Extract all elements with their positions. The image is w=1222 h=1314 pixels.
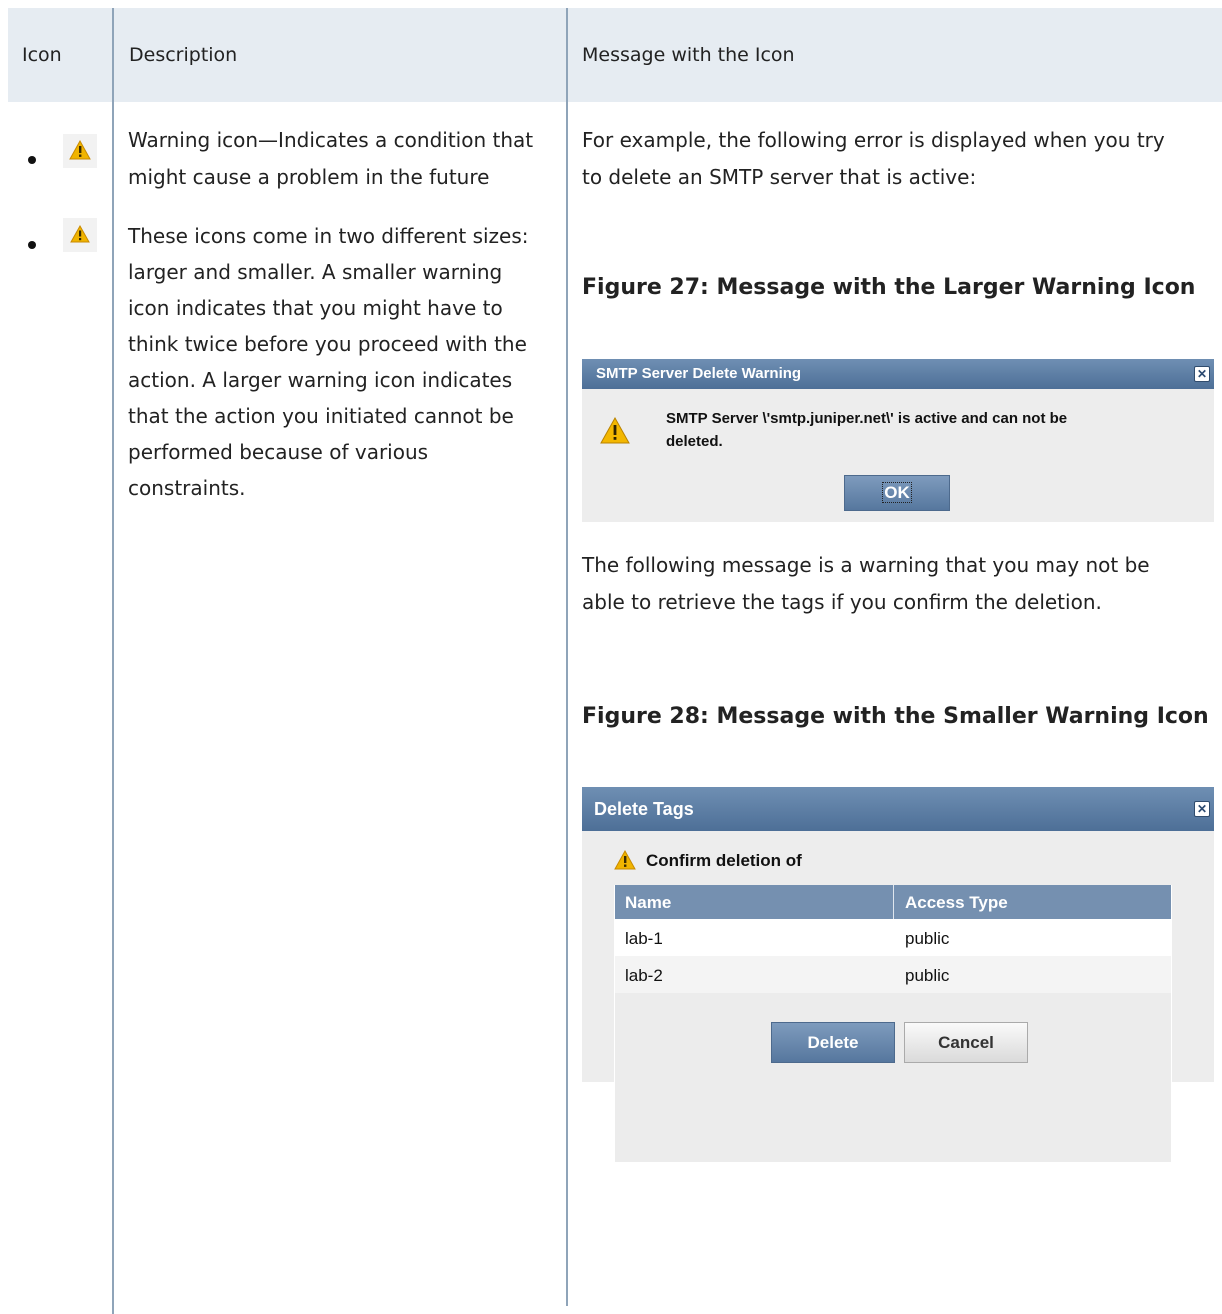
description-p2-line: These icons come in two different sizes: [128, 224, 529, 248]
bullet [28, 241, 36, 249]
table-header-row: Icon Description Message with the Icon [8, 8, 1222, 102]
table-row[interactable]: lab-2 public [615, 956, 1171, 993]
ok-button-label: OK [882, 482, 912, 503]
column-name-header[interactable]: Name [625, 893, 671, 913]
description-p2-line: larger and smaller. A smaller warning [128, 260, 503, 284]
header-description: Description [129, 44, 238, 66]
ok-button[interactable]: OK [844, 475, 950, 511]
close-icon[interactable]: ✕ [1194, 366, 1210, 382]
description-p2-line: think twice before you proceed with the [128, 332, 527, 356]
column-separator [893, 885, 894, 919]
intro-line-2: to delete an SMTP server that is active: [582, 165, 977, 189]
warning-icon [614, 849, 636, 875]
dialog-title-bar: SMTP Server Delete Warning ✕ [582, 359, 1214, 389]
figure-28-title: Figure 28: Message with the Smaller Warn… [582, 704, 1209, 729]
dialog-message-line-2: deleted. [666, 433, 723, 450]
table-row[interactable]: lab-1 public [615, 919, 1171, 956]
column-divider-1 [112, 8, 114, 1314]
description-line-1: Warning icon—Indicates a condition that [128, 128, 534, 152]
between-line-2: able to retrieve the tags if you confirm… [582, 590, 1102, 614]
row-name: lab-1 [625, 929, 663, 948]
header-icon: Icon [22, 44, 62, 66]
bullet [28, 156, 36, 164]
row-name: lab-2 [625, 966, 663, 985]
confirm-deletion-text: Confirm deletion of [646, 851, 802, 870]
description-p2-line: icon indicates that you might have to [128, 296, 503, 320]
dialog-message-line-1: SMTP Server \'smtp.juniper.net\' is acti… [666, 410, 1068, 427]
cancel-button[interactable]: Cancel [904, 1022, 1028, 1063]
column-divider-2 [566, 8, 568, 1306]
between-line-1: The following message is a warning that … [582, 553, 1150, 577]
intro-line-1: For example, the following error is disp… [582, 128, 1165, 152]
delete-button[interactable]: Delete [771, 1022, 895, 1063]
dialog-title: SMTP Server Delete Warning [596, 365, 802, 382]
delete-tags-dialog: Delete Tags ✕ Confirm deletion of Name A… [582, 787, 1214, 1162]
row-access: public [905, 966, 950, 985]
close-icon[interactable]: ✕ [1194, 801, 1210, 817]
warning-icon [600, 416, 630, 450]
large-warning-icon [63, 134, 97, 168]
smtp-delete-warning-dialog: SMTP Server Delete Warning ✕ SMTP Server… [582, 359, 1214, 522]
description-p2-line: that the action you initiated cannot be [128, 404, 514, 428]
description-line-2: might cause a problem in the future [128, 165, 490, 189]
column-access-type-header[interactable]: Access Type [905, 893, 1008, 913]
header-message: Message with the Icon [582, 44, 795, 66]
row-access: public [905, 929, 950, 948]
description-p2-line: performed because of various [128, 440, 429, 464]
description-p2-line: action. A larger warning icon indicates [128, 368, 513, 392]
dialog-title: Delete Tags [594, 799, 694, 819]
figure-27-title: Figure 27: Message with the Larger Warni… [582, 275, 1196, 300]
grid-header: Name Access Type [615, 885, 1171, 919]
dialog-title-bar: Delete Tags ✕ [582, 787, 1214, 831]
small-warning-icon [63, 218, 97, 252]
description-p2-line: constraints. [128, 476, 246, 500]
